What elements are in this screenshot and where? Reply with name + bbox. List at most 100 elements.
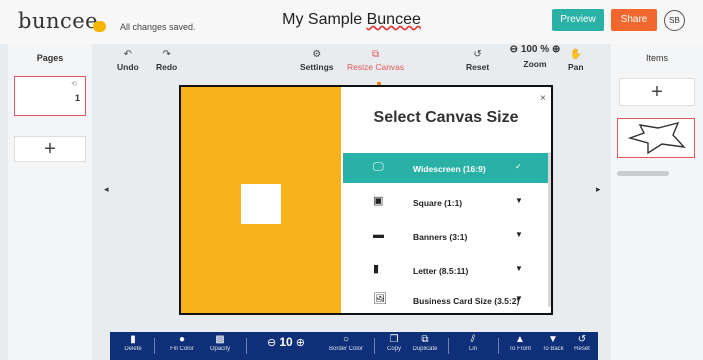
increase-icon[interactable]: ⊕ xyxy=(296,337,305,349)
delete-button[interactable]: ▮ Delete xyxy=(120,334,146,352)
items-panel: Items + xyxy=(611,44,703,360)
link-icon: ⫽ xyxy=(470,334,476,345)
copy-icon: ❐ xyxy=(389,334,399,345)
preview-page-shape xyxy=(241,184,281,224)
share-button[interactable]: Share xyxy=(611,9,657,31)
settings-label: Settings xyxy=(300,62,334,72)
size-option-square[interactable]: ▣ Square (1:1) ▼ xyxy=(343,187,548,217)
previous-page-arrow-icon[interactable]: ◂ xyxy=(104,184,109,195)
gear-icon: ⚙ xyxy=(312,49,322,60)
opacity-label: Opacity xyxy=(209,346,231,352)
monitor-icon: 🖵 xyxy=(373,161,384,173)
undo-button[interactable]: ↶ Undo xyxy=(117,50,139,73)
card-icon: 🖼 xyxy=(373,293,387,305)
border-width-value: 10 xyxy=(279,335,293,349)
decrease-icon[interactable]: ⊖ xyxy=(267,337,276,349)
next-page-arrow-icon[interactable]: ▸ xyxy=(596,184,601,195)
add-item-button[interactable]: + xyxy=(619,78,695,106)
border-width-stepper[interactable]: ⊖ 10 ⊕ xyxy=(256,336,316,349)
title-text: My Sample xyxy=(282,11,367,28)
zoom-control: ⊖ 100 % ⊕ Zoom xyxy=(500,44,570,69)
send-back-icon: ▼ xyxy=(548,334,558,345)
page-thumbnail[interactable]: ⟲ 1 xyxy=(14,76,86,116)
zoom-in-icon[interactable]: ⊕ xyxy=(552,44,560,55)
pan-button[interactable]: ✋ Pan xyxy=(568,49,584,73)
reset-view-button[interactable]: ↺ Reset xyxy=(466,49,490,73)
redo-icon: ↷ xyxy=(162,49,171,60)
square-icon: ▣ xyxy=(373,195,384,207)
border-color-button[interactable]: ○ Border Color xyxy=(326,334,366,352)
copy-button[interactable]: ❐ Copy xyxy=(382,334,406,352)
reset-item-label: Reset xyxy=(574,346,590,352)
canvas-preview xyxy=(181,87,341,313)
redo-button[interactable]: ↷ Redo xyxy=(156,49,178,73)
link-label: Lin xyxy=(468,346,477,352)
item-toolbar: ▮ Delete ● Fill Color ▩ Opacity ⊖ 10 ⊕ ○… xyxy=(110,332,598,360)
resize-canvas-button[interactable]: ⧉ Resize Canvas xyxy=(347,50,405,73)
toolbar-divider xyxy=(498,338,499,354)
add-page-button[interactable]: + xyxy=(14,136,86,162)
link-button[interactable]: ⫽ Lin xyxy=(456,334,490,352)
size-option-letter[interactable]: ▮ Letter (8.5:11) ▼ xyxy=(343,255,548,285)
border-color-icon: ○ xyxy=(342,334,350,345)
close-icon[interactable]: × xyxy=(540,93,546,104)
chevron-down-icon[interactable]: ▼ xyxy=(515,264,523,273)
toolbar-divider xyxy=(246,338,247,354)
hand-icon: ✋ xyxy=(569,49,583,60)
stroke-stepper: ⊖ 10 ⊕ xyxy=(256,336,316,349)
bring-front-icon: ▲ xyxy=(515,334,525,345)
dialog-title: Select Canvas Size xyxy=(373,109,519,126)
to-back-button[interactable]: ▼ To Back xyxy=(538,334,568,352)
size-option-label: Square (1:1) xyxy=(413,198,463,208)
size-option-label: Business Card Size (3.5:2) xyxy=(413,296,520,306)
to-back-label: To Back xyxy=(542,346,564,352)
zoom-label: Zoom xyxy=(523,59,547,69)
opacity-checker-icon: ▩ xyxy=(215,334,225,345)
dialog-scrollbar[interactable] xyxy=(548,152,551,307)
zoom-readout: ⊖ 100 % ⊕ xyxy=(500,44,570,55)
toolbar-divider xyxy=(374,338,375,354)
fill-color-icon: ● xyxy=(178,334,186,345)
size-option-banners[interactable]: ▬ Banners (3:1) ▼ xyxy=(343,221,548,251)
opacity-button[interactable]: ▩ Opacity xyxy=(204,334,236,352)
pan-label: Pan xyxy=(568,62,584,72)
size-option-business-card[interactable]: 🖼 Business Card Size (3.5:2) ▼ xyxy=(343,285,548,313)
toolbar-divider xyxy=(448,338,449,354)
pages-heading: Pages xyxy=(36,53,64,63)
reset-icon: ↺ xyxy=(473,49,482,60)
size-option-label: Widescreen (16:9) xyxy=(413,164,486,174)
settings-button[interactable]: ⚙ Settings xyxy=(300,49,334,73)
zoom-value: 100 % xyxy=(520,44,550,55)
size-option-widescreen[interactable]: 🖵 Widescreen (16:9) ✓ xyxy=(343,153,548,183)
preview-button[interactable]: Preview xyxy=(552,9,604,31)
chevron-down-icon[interactable]: ▼ xyxy=(515,230,523,239)
resize-canvas-label: Resize Canvas xyxy=(347,62,405,72)
toolbar-divider xyxy=(154,338,155,354)
checkmark-icon: ✓ xyxy=(515,162,522,171)
redo-label: Redo xyxy=(156,62,178,72)
border-color-label: Border Color xyxy=(328,346,363,352)
duplicate-button[interactable]: ⧉ Duplicate xyxy=(408,334,442,352)
items-heading: Items xyxy=(645,53,668,63)
size-option-label: Letter (8.5:11) xyxy=(413,266,469,276)
to-front-button[interactable]: ▲ To Front xyxy=(504,334,536,352)
reset-label: Reset xyxy=(466,62,490,72)
document-icon: ▮ xyxy=(373,263,380,275)
star-shape-icon xyxy=(627,121,686,155)
canvas-size-dialog: × Select Canvas Size 🖵 Widescreen (16:9)… xyxy=(179,85,553,315)
chevron-down-icon[interactable]: ▼ xyxy=(515,294,523,303)
reset-icon: ↺ xyxy=(577,334,587,345)
fill-color-label: Fill Color xyxy=(170,346,194,352)
item-thumbnail-star[interactable] xyxy=(617,118,695,158)
user-avatar[interactable]: SB xyxy=(664,10,685,31)
fill-color-button[interactable]: ● Fill Color xyxy=(166,334,198,352)
chevron-down-icon[interactable]: ▼ xyxy=(515,196,523,205)
zoom-out-icon[interactable]: ⊖ xyxy=(510,44,518,55)
to-front-label: To Front xyxy=(508,346,531,352)
items-scrollbar[interactable] xyxy=(617,171,669,176)
page-number: 1 xyxy=(74,93,80,103)
undo-label: Undo xyxy=(117,62,139,72)
reset-item-button[interactable]: ↺ Reset xyxy=(570,334,594,352)
duplicate-label: Duplicate xyxy=(412,346,438,352)
page-options-icon[interactable]: ⟲ xyxy=(71,80,77,88)
